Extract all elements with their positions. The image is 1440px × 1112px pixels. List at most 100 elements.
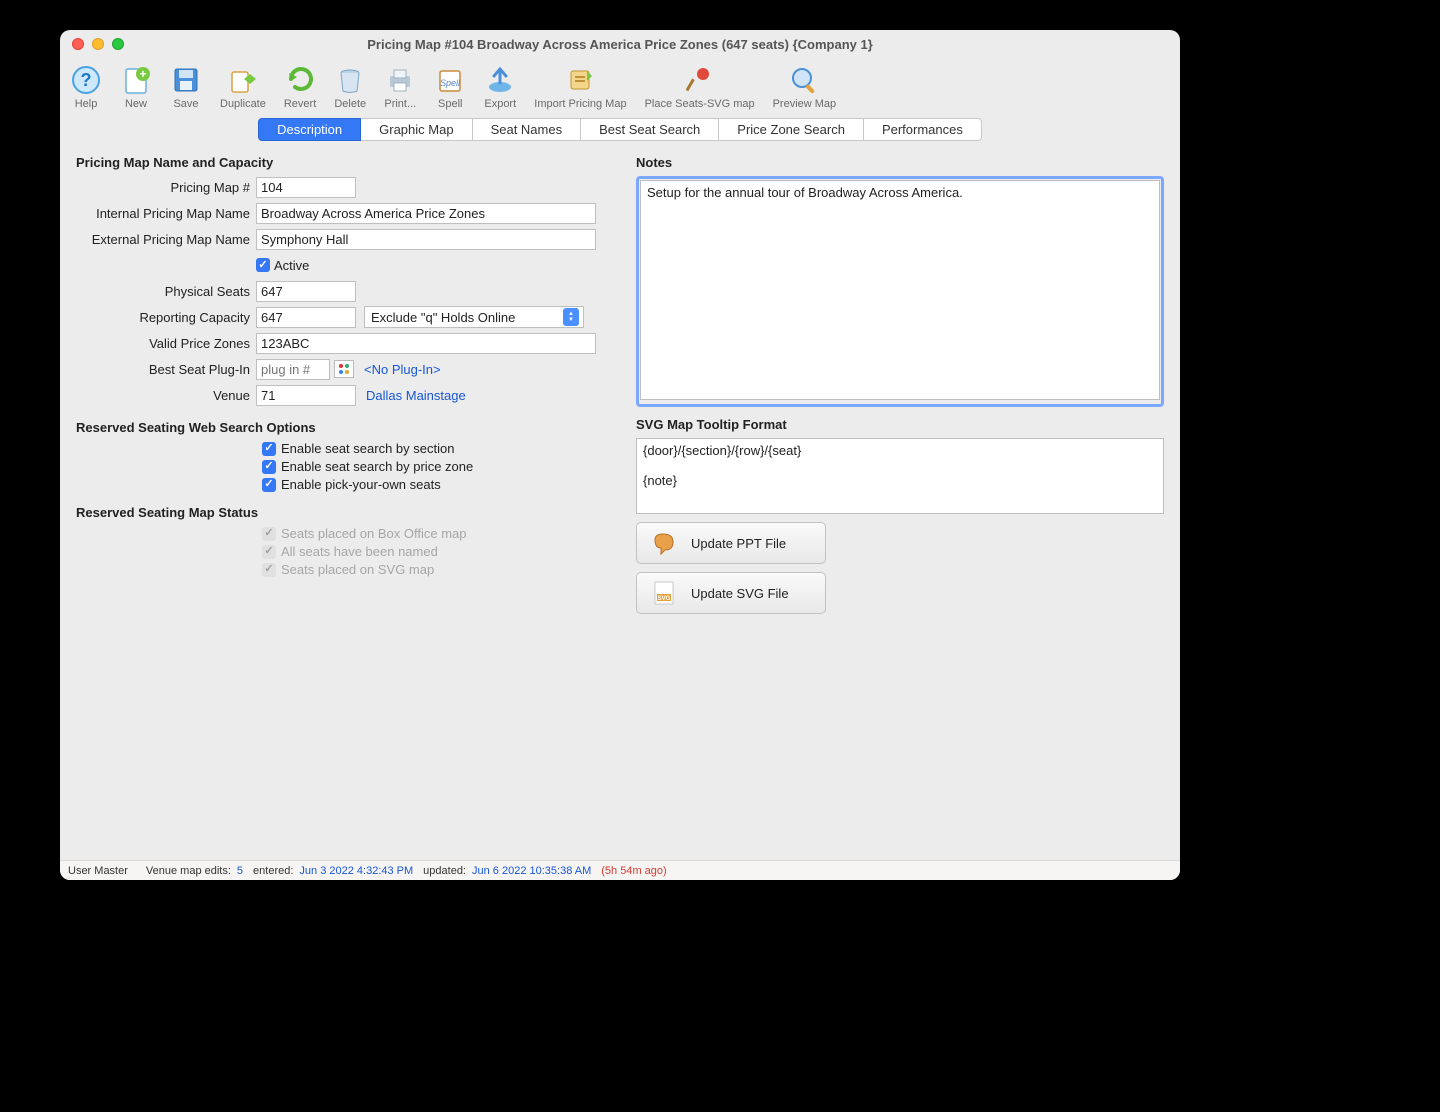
- spell-icon: Spell: [434, 64, 466, 96]
- venue-label: Venue: [76, 388, 256, 403]
- print-icon: [384, 64, 416, 96]
- save-icon: [170, 64, 202, 96]
- revert-icon: [284, 64, 316, 96]
- pricing-map-num-input[interactable]: [256, 177, 356, 198]
- enable-pick-checkbox[interactable]: [262, 478, 276, 492]
- duplicate-button[interactable]: Duplicate: [220, 64, 266, 110]
- app-window: Pricing Map #104 Broadway Across America…: [60, 30, 1180, 880]
- status-named-label: All seats have been named: [281, 544, 438, 559]
- minimize-icon[interactable]: [92, 38, 104, 50]
- section-web-search: Reserved Seating Web Search Options: [76, 420, 616, 435]
- status-ago: (5h 54m ago): [601, 865, 666, 877]
- status-user: User Master: [68, 865, 128, 877]
- update-svg-button[interactable]: SVG Update SVG File: [636, 572, 826, 614]
- best-seat-plugin-label: Best Seat Plug-In: [76, 362, 256, 377]
- zoom-icon[interactable]: [112, 38, 124, 50]
- svg-text:+: +: [139, 67, 146, 81]
- delete-icon: [334, 64, 366, 96]
- notes-textarea[interactable]: [640, 180, 1160, 400]
- physical-seats-label: Physical Seats: [76, 284, 256, 299]
- update-ppt-button[interactable]: Update PPT File: [636, 522, 826, 564]
- left-column: Pricing Map Name and Capacity Pricing Ma…: [76, 155, 616, 852]
- content: Pricing Map Name and Capacity Pricing Ma…: [60, 141, 1180, 860]
- delete-button[interactable]: Delete: [334, 64, 366, 110]
- import-pricing-map-button[interactable]: Import Pricing Map: [534, 64, 626, 110]
- status-edits: 5: [237, 865, 243, 877]
- preview-map-button[interactable]: Preview Map: [773, 64, 837, 110]
- tab-graphic-map[interactable]: Graphic Map: [360, 118, 472, 141]
- external-name-label: External Pricing Map Name: [76, 232, 256, 247]
- tooltip-textarea[interactable]: [636, 438, 1164, 514]
- physical-seats-input[interactable]: [256, 281, 356, 302]
- tab-price-zone-search[interactable]: Price Zone Search: [718, 118, 864, 141]
- enable-section-label: Enable seat search by section: [281, 441, 454, 456]
- export-icon: [484, 64, 516, 96]
- internal-name-input[interactable]: [256, 203, 596, 224]
- export-button[interactable]: Export: [484, 64, 516, 110]
- select-arrows-icon: [563, 308, 579, 326]
- enable-pick-label: Enable pick-your-own seats: [281, 477, 441, 492]
- print-button[interactable]: Print...: [384, 64, 416, 110]
- duplicate-icon: [227, 64, 259, 96]
- tab-performances[interactable]: Performances: [863, 118, 982, 141]
- status-updated: Jun 6 2022 10:35:38 AM: [472, 865, 591, 877]
- reporting-capacity-input[interactable]: [256, 307, 356, 328]
- svg-text:Spell: Spell: [440, 78, 461, 88]
- svg-text:SVG: SVG: [658, 596, 671, 602]
- status-edits-label: Venue map edits:: [146, 865, 231, 877]
- window-title: Pricing Map #104 Broadway Across America…: [70, 37, 1170, 52]
- internal-name-label: Internal Pricing Map Name: [76, 206, 256, 221]
- tab-description[interactable]: Description: [258, 118, 361, 141]
- svg-file-icon: SVG: [651, 580, 677, 606]
- status-svg-label: Seats placed on SVG map: [281, 562, 434, 577]
- status-entered: Jun 3 2022 4:32:43 PM: [299, 865, 413, 877]
- toolbar: ? Help + New Save Duplicate Reve: [60, 58, 1180, 114]
- venue-input[interactable]: [256, 385, 356, 406]
- help-icon: ?: [70, 64, 102, 96]
- pin-icon: [684, 64, 716, 96]
- active-label: Active: [274, 258, 309, 273]
- right-column: Notes SVG Map Tooltip Format Update PPT …: [636, 155, 1164, 852]
- notes-focus-ring: [636, 176, 1164, 407]
- enable-zone-label: Enable seat search by price zone: [281, 459, 473, 474]
- external-name-input[interactable]: [256, 229, 596, 250]
- status-named-checkbox: [262, 545, 276, 559]
- reporting-capacity-label: Reporting Capacity: [76, 310, 256, 325]
- status-box-office-label: Seats placed on Box Office map: [281, 526, 466, 541]
- venue-link[interactable]: Dallas Mainstage: [366, 388, 466, 403]
- window-controls: [72, 38, 124, 50]
- status-entered-label: entered:: [253, 865, 293, 877]
- help-button[interactable]: ? Help: [70, 64, 102, 110]
- section-map-status: Reserved Seating Map Status: [76, 505, 616, 520]
- best-seat-plugin-input[interactable]: [256, 359, 330, 380]
- revert-button[interactable]: Revert: [284, 64, 316, 110]
- spell-button[interactable]: Spell Spell: [434, 64, 466, 110]
- pricing-map-num-label: Pricing Map #: [76, 180, 256, 195]
- new-button[interactable]: + New: [120, 64, 152, 110]
- status-updated-label: updated:: [423, 865, 466, 877]
- enable-zone-checkbox[interactable]: [262, 460, 276, 474]
- tab-best-seat-search[interactable]: Best Seat Search: [580, 118, 719, 141]
- notes-label: Notes: [636, 155, 1164, 170]
- ppt-icon: [651, 530, 677, 556]
- save-button[interactable]: Save: [170, 64, 202, 110]
- status-svg-checkbox: [262, 563, 276, 577]
- tab-seat-names[interactable]: Seat Names: [472, 118, 582, 141]
- svg-text:?: ?: [81, 70, 92, 90]
- section-name-capacity: Pricing Map Name and Capacity: [76, 155, 616, 170]
- plugin-picker-icon[interactable]: [334, 360, 354, 378]
- import-icon: [564, 64, 596, 96]
- active-checkbox[interactable]: [256, 258, 270, 272]
- holds-select[interactable]: Exclude "q" Holds Online: [364, 306, 584, 328]
- place-seats-button[interactable]: Place Seats-SVG map: [645, 64, 755, 110]
- valid-zones-input[interactable]: [256, 333, 596, 354]
- valid-zones-label: Valid Price Zones: [76, 336, 256, 351]
- no-plugin-link[interactable]: <No Plug-In>: [364, 362, 441, 377]
- close-icon[interactable]: [72, 38, 84, 50]
- tooltip-label: SVG Map Tooltip Format: [636, 417, 1164, 432]
- new-icon: +: [120, 64, 152, 96]
- tab-bar: Description Graphic Map Seat Names Best …: [60, 118, 1180, 141]
- status-bar: User Master Venue map edits: 5 entered: …: [60, 860, 1180, 880]
- enable-section-checkbox[interactable]: [262, 442, 276, 456]
- magnifier-icon: [788, 64, 820, 96]
